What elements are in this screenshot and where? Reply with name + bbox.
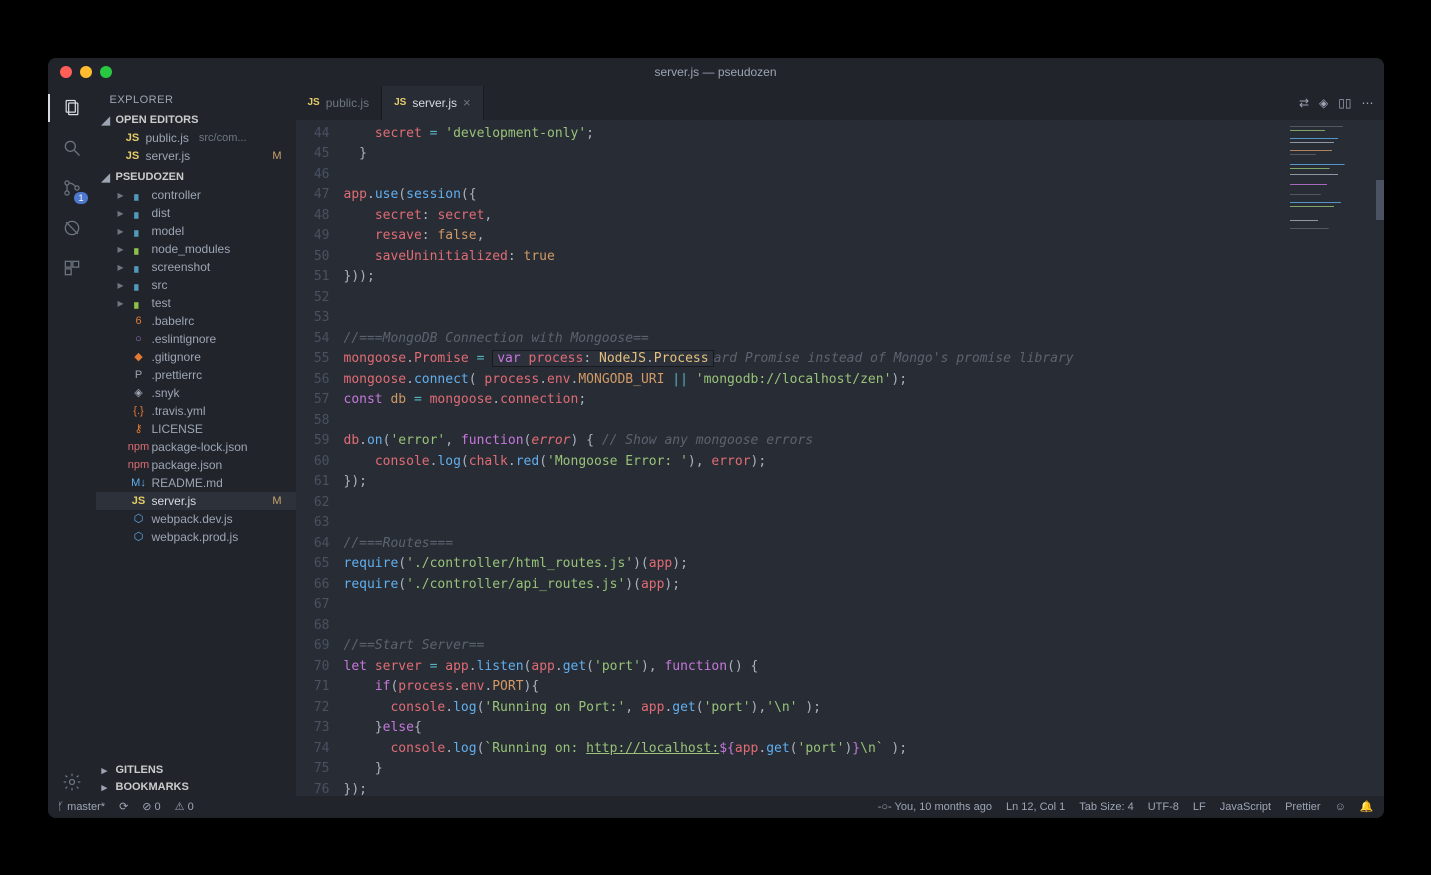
formatter[interactable]: Prettier (1285, 801, 1320, 813)
close-window-button[interactable] (60, 66, 72, 78)
activity-bar: 1 (48, 86, 96, 796)
file-item[interactable]: npmpackage-lock.json (96, 438, 296, 456)
settings-icon[interactable] (58, 768, 86, 796)
file-item[interactable]: ◈.snyk (96, 384, 296, 402)
bell-icon[interactable]: 🔔 (1360, 800, 1374, 813)
open-editor-item[interactable]: JSpublic.jssrc/com... (96, 129, 296, 147)
folder-item[interactable]: ▸▖model (96, 222, 296, 240)
folder-item[interactable]: ▸▖test (96, 294, 296, 312)
tab-size[interactable]: Tab Size: 4 (1079, 801, 1133, 813)
sidebar-title: EXPLORER (96, 86, 296, 110)
file-item[interactable]: 6.babelrc (96, 312, 296, 330)
file-item[interactable]: ⬡webpack.prod.js (96, 528, 296, 546)
editor-tab[interactable]: JSpublic.js (296, 86, 383, 120)
search-icon[interactable] (58, 134, 86, 162)
gitlens-tab-icon[interactable]: ◈ (1319, 96, 1328, 110)
cursor-position[interactable]: Ln 12, Col 1 (1006, 801, 1065, 813)
status-bar: ᚶ master* ⟳ ⊘ 0 ⚠ 0 -○- You, 10 months a… (48, 796, 1384, 818)
titlebar: server.js — pseudozen (48, 58, 1384, 86)
open-editor-item[interactable]: JSserver.jsM (96, 147, 296, 165)
more-icon[interactable]: ⋯ (1362, 96, 1374, 110)
vscode-window: server.js — pseudozen 1 EXPLORER ◢OPEN E… (48, 58, 1384, 818)
language-mode[interactable]: JavaScript (1220, 801, 1271, 813)
file-item[interactable]: npmpackage.json (96, 456, 296, 474)
code-editor[interactable]: secret = 'development-only'; } app.use(s… (344, 120, 1284, 796)
branch-indicator[interactable]: ᚶ master* (58, 801, 106, 813)
file-item[interactable]: P.prettierrc (96, 366, 296, 384)
line-gutter: 4445464748495051525354555657585960616263… (296, 120, 344, 796)
open-editors-header[interactable]: ◢OPEN EDITORS (96, 112, 296, 129)
scm-badge: 1 (74, 192, 87, 204)
maximize-window-button[interactable] (100, 66, 112, 78)
git-blame[interactable]: -○- You, 10 months ago (878, 801, 992, 813)
source-control-icon[interactable]: 1 (58, 174, 86, 202)
file-item[interactable]: ⚷LICENSE (96, 420, 296, 438)
minimize-window-button[interactable] (80, 66, 92, 78)
file-item[interactable]: M↓README.md (96, 474, 296, 492)
tab-bar: JSpublic.jsJSserver.js× ⇄ ◈ ▯▯ ⋯ (296, 86, 1384, 120)
minimap-slider[interactable] (1376, 180, 1384, 220)
folder-item[interactable]: ▸▖controller (96, 186, 296, 204)
folder-item[interactable]: ▸▖screenshot (96, 258, 296, 276)
close-tab-icon[interactable]: × (463, 95, 471, 110)
sync-button[interactable]: ⟳ (119, 800, 128, 813)
file-item[interactable]: JSserver.jsM (96, 492, 296, 510)
encoding[interactable]: UTF-8 (1148, 801, 1179, 813)
debug-icon[interactable] (58, 214, 86, 242)
gitlens-header[interactable]: ▸GITLENS (96, 762, 296, 779)
folder-item[interactable]: ▸▖node_modules (96, 240, 296, 258)
extensions-icon[interactable] (58, 254, 86, 282)
editor-area: JSpublic.jsJSserver.js× ⇄ ◈ ▯▯ ⋯ 4445464… (296, 86, 1384, 796)
folder-item[interactable]: ▸▖src (96, 276, 296, 294)
file-item[interactable]: ○.eslintignore (96, 330, 296, 348)
minimap[interactable] (1284, 120, 1384, 796)
feedback-icon[interactable]: ☺ (1335, 801, 1346, 813)
file-item[interactable]: {.}.travis.yml (96, 402, 296, 420)
window-title: server.js — pseudozen (654, 65, 776, 79)
explorer-icon[interactable] (58, 94, 86, 122)
compare-icon[interactable]: ⇄ (1299, 96, 1309, 110)
split-editor-icon[interactable]: ▯▯ (1338, 96, 1351, 110)
folder-item[interactable]: ▸▖dist (96, 204, 296, 222)
sidebar: EXPLORER ◢OPEN EDITORS JSpublic.jssrc/co… (96, 86, 296, 796)
file-item[interactable]: ⬡webpack.dev.js (96, 510, 296, 528)
file-item[interactable]: ◆.gitignore (96, 348, 296, 366)
warnings-indicator[interactable]: ⚠ 0 (175, 800, 194, 813)
bookmarks-header[interactable]: ▸BOOKMARKS (96, 779, 296, 796)
errors-indicator[interactable]: ⊘ 0 (142, 800, 160, 813)
eol[interactable]: LF (1193, 801, 1206, 813)
project-header[interactable]: ◢PSEUDOZEN (96, 169, 296, 186)
editor-tab[interactable]: JSserver.js× (382, 86, 484, 120)
